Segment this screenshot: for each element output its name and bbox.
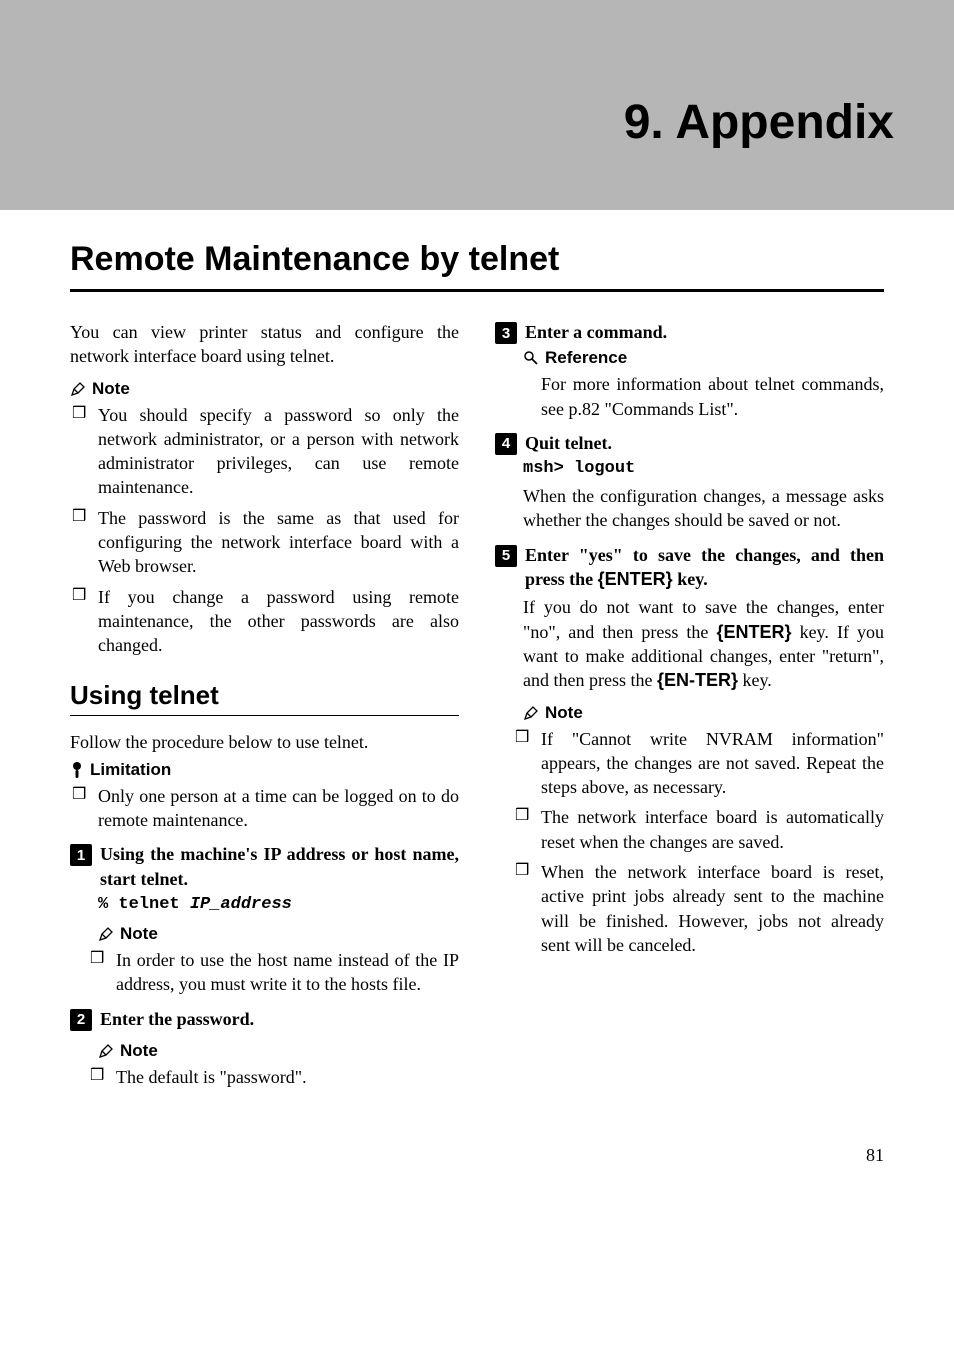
step-1: 1 Using the machine's IP address or host… — [70, 842, 459, 891]
reference-heading: Reference — [495, 348, 884, 368]
limitation-item: Only one person at a time can be logged … — [70, 784, 459, 833]
enter-key: {EN-TER} — [657, 670, 738, 690]
note-label-text: Note — [92, 379, 130, 399]
reference-icon — [523, 350, 539, 366]
note-icon — [98, 926, 114, 942]
note-item: If you change a password using remote ma… — [70, 585, 459, 658]
step1-note-list: In order to use the host name instead of… — [70, 948, 459, 997]
subsection-intro: Follow the procedure below to use telnet… — [70, 730, 459, 754]
note-item: In order to use the host name instead of… — [70, 948, 459, 997]
note-item: You should specify a password so only th… — [70, 403, 459, 500]
note-label-text: Note — [120, 924, 158, 944]
note-icon — [523, 705, 539, 721]
limitation-label-text: Limitation — [90, 760, 171, 780]
step-2: 2 Enter the password. — [70, 1007, 459, 1031]
step-4: 4 Quit telnet. — [495, 431, 884, 455]
subsection-rule — [70, 715, 459, 716]
subsection-title: Using telnet — [70, 680, 459, 711]
note-item: The password is the same as that used fo… — [70, 506, 459, 579]
step-number-icon: 2 — [70, 1009, 92, 1031]
step2-note-list: The default is "password". — [70, 1065, 459, 1089]
reference-body: For more information about telnet comman… — [495, 372, 884, 421]
left-column: You can view printer status and configur… — [70, 320, 459, 1095]
step-5-follow: If you do not want to save the changes, … — [495, 595, 884, 692]
step-4-code: msh> logout — [495, 459, 884, 478]
page-number: 81 — [0, 1135, 954, 1196]
step-5: 5 Enter "yes" to save the changes, and t… — [495, 543, 884, 592]
step5-post: key. — [673, 569, 708, 589]
limitation-icon — [70, 761, 84, 779]
code-prefix: % telnet — [98, 895, 190, 914]
limitation-heading: Limitation — [70, 760, 459, 780]
step-number-icon: 1 — [70, 844, 92, 866]
step5-note-list: If "Cannot write NVRAM information" appe… — [495, 727, 884, 958]
note-icon — [70, 381, 86, 397]
note-label-text: Note — [545, 703, 583, 723]
step-4-follow: When the configuration changes, a messag… — [495, 484, 884, 533]
enter-key: {ENTER} — [598, 569, 673, 589]
section-title: Remote Maintenance by telnet — [70, 240, 884, 279]
note-item: The network interface board is automatic… — [495, 805, 884, 854]
note-heading-step2: Note — [70, 1041, 459, 1061]
note-label-text: Note — [120, 1041, 158, 1061]
step-1-text: Using the machine's IP address or host n… — [100, 842, 459, 891]
step5-follow-end: key. — [738, 670, 772, 690]
intro-text: You can view printer status and configur… — [70, 320, 459, 369]
note-item: When the network interface board is rese… — [495, 860, 884, 957]
reference-label-text: Reference — [545, 348, 627, 368]
header-band: 9. Appendix — [0, 0, 954, 210]
note-heading: Note — [70, 379, 459, 399]
step-5-text: Enter "yes" to save the changes, and the… — [525, 543, 884, 592]
step-number-icon: 3 — [495, 322, 517, 344]
note-heading-step1: Note — [70, 924, 459, 944]
step-number-icon: 4 — [495, 433, 517, 455]
step-1-code: % telnet IP_address — [70, 895, 459, 914]
step-2-text: Enter the password. — [100, 1007, 459, 1031]
top-note-list: You should specify a password so only th… — [70, 403, 459, 658]
note-item: If "Cannot write NVRAM information" appe… — [495, 727, 884, 800]
note-icon — [98, 1043, 114, 1059]
step-number-icon: 5 — [495, 545, 517, 567]
section-rule — [70, 289, 884, 292]
code-arg: IP_address — [190, 895, 292, 914]
step-3: 3 Enter a command. — [495, 320, 884, 344]
note-item: The default is "password". — [70, 1065, 459, 1089]
step-4-text: Quit telnet. — [525, 431, 884, 455]
enter-key: {ENTER} — [716, 622, 791, 642]
chapter-title: 9. Appendix — [624, 95, 894, 150]
step-3-text: Enter a command. — [525, 320, 884, 344]
note-heading-step5: Note — [495, 703, 884, 723]
right-column: 3 Enter a command. Reference For more in… — [495, 320, 884, 1095]
limitation-list: Only one person at a time can be logged … — [70, 784, 459, 833]
